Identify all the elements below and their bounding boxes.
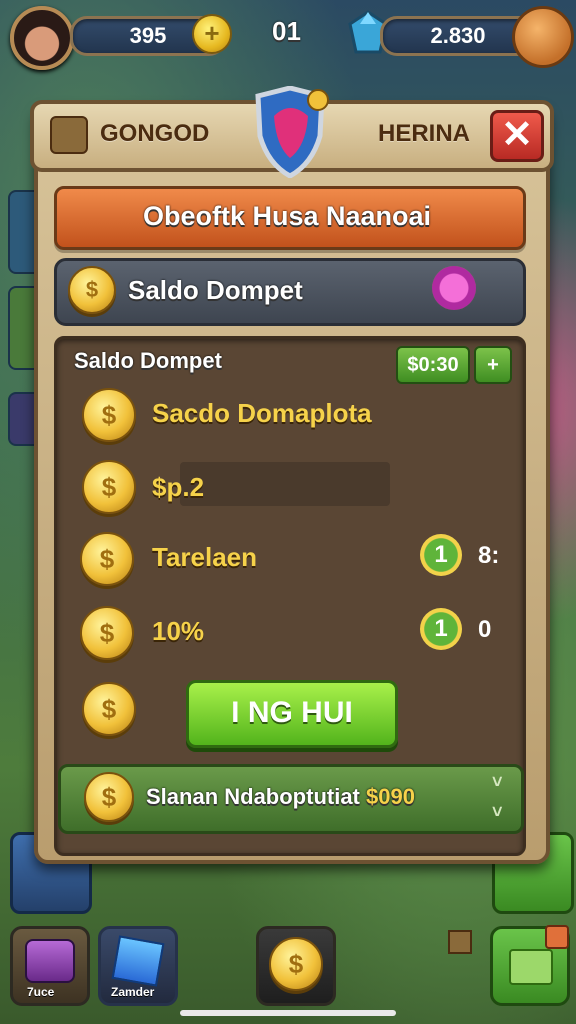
level-value: 01 bbox=[272, 16, 301, 46]
chest-icon bbox=[50, 116, 88, 154]
coin-star-icon: $ bbox=[80, 532, 134, 586]
confirm-button[interactable]: I NG HUI bbox=[186, 680, 398, 748]
chevron-down-icon[interactable]: ˅ bbox=[492, 802, 503, 823]
notification-badge-icon bbox=[545, 925, 569, 949]
coin-stack-icon: $ bbox=[82, 460, 136, 514]
gem-cube-icon bbox=[111, 935, 165, 987]
shield-emblem-icon bbox=[250, 85, 330, 179]
row-label: Tarelaen bbox=[152, 542, 258, 572]
price-plus-button[interactable]: + bbox=[474, 346, 512, 384]
wallet-balance-label: Saldo Dompet bbox=[128, 275, 303, 305]
count-ring-badge: 1 bbox=[420, 534, 462, 576]
nav-slot-inventory[interactable]: 7uce bbox=[10, 926, 90, 1006]
nav-label: Zamder bbox=[111, 985, 155, 999]
coin-stack-icon: $ bbox=[82, 682, 136, 736]
offer-banner-title: Obeoftk Husa Naanoai bbox=[142, 201, 432, 231]
footer-label: Slanan Ndaboptutiat bbox=[146, 784, 360, 809]
tab-left[interactable]: GONGOD bbox=[100, 120, 209, 148]
player-avatar[interactable] bbox=[10, 6, 74, 70]
gem-counter-value: 2.830 bbox=[430, 23, 486, 48]
gem-badge-icon bbox=[432, 266, 476, 310]
coin-icon: $ bbox=[80, 606, 134, 660]
chest-icon bbox=[25, 939, 75, 983]
footer-price: $090 bbox=[366, 784, 415, 809]
home-indicator[interactable] bbox=[180, 1010, 396, 1016]
price-badge[interactable]: $0:30 bbox=[396, 346, 470, 384]
section-title: Saldo Dompet bbox=[74, 348, 222, 373]
coin-icon: $ bbox=[269, 937, 323, 991]
row-value: 8: bbox=[478, 542, 500, 569]
add-coins-button[interactable]: + bbox=[192, 14, 232, 54]
footer-text: Slanan Ndaboptutiat $090 bbox=[146, 764, 415, 828]
nav-slot-coins[interactable]: $ bbox=[256, 926, 336, 1006]
row-label: Sacdo Domaplota bbox=[152, 398, 372, 428]
count-ring-badge: 1 bbox=[420, 608, 462, 650]
tab-right[interactable]: HERINA bbox=[378, 120, 470, 148]
row-value: 0 bbox=[478, 616, 492, 643]
close-button[interactable]: ✕ bbox=[490, 110, 544, 162]
nav-slot-gems[interactable]: Zamder bbox=[98, 926, 178, 1006]
nav-label: 7uce bbox=[27, 985, 55, 999]
map-icon bbox=[509, 949, 553, 985]
row-label: 10% bbox=[152, 616, 205, 646]
coin-icon: $ bbox=[84, 772, 134, 822]
coin-icon: $ bbox=[68, 266, 116, 314]
amount-input[interactable] bbox=[180, 462, 390, 506]
shop-ball-icon[interactable] bbox=[512, 6, 574, 68]
coin-stack-icon: $ bbox=[82, 388, 136, 442]
chevron-up-icon[interactable]: ˅ bbox=[492, 772, 503, 793]
flag-icon bbox=[448, 930, 472, 954]
nav-slot-map[interactable] bbox=[490, 925, 570, 1006]
amount-value: $p.2 bbox=[152, 472, 205, 502]
